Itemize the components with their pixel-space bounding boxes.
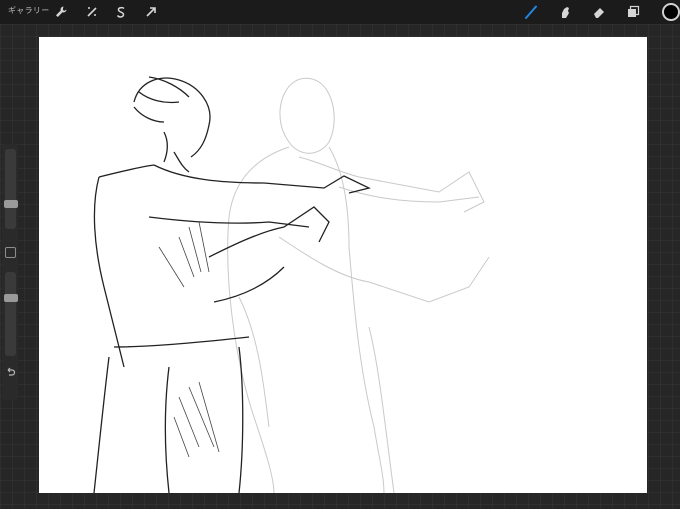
eraser-icon[interactable] — [590, 3, 608, 21]
layers-icon[interactable] — [624, 3, 642, 21]
background-sketch — [227, 77, 490, 493]
selection-s-icon[interactable] — [112, 3, 130, 21]
wrench-icon[interactable] — [52, 3, 70, 21]
opacity-slider[interactable] — [4, 272, 18, 356]
smudge-icon[interactable] — [556, 3, 574, 21]
brush-size-handle[interactable] — [4, 200, 18, 208]
foreground-sketch — [93, 76, 371, 493]
adjustments-wand-icon[interactable] — [83, 3, 101, 21]
left-sidebar — [2, 144, 18, 400]
opacity-handle[interactable] — [4, 294, 18, 302]
top-toolbar: ギャラリー — [0, 0, 680, 24]
brush-icon[interactable] — [522, 3, 540, 21]
transform-arrow-icon[interactable] — [142, 3, 160, 21]
gallery-button[interactable]: ギャラリー — [8, 5, 50, 16]
drawing-canvas[interactable] — [39, 37, 647, 493]
undo-icon[interactable] — [4, 364, 16, 376]
modify-button[interactable] — [5, 247, 16, 258]
color-swatch[interactable] — [662, 3, 680, 21]
brush-size-slider[interactable] — [4, 149, 18, 229]
